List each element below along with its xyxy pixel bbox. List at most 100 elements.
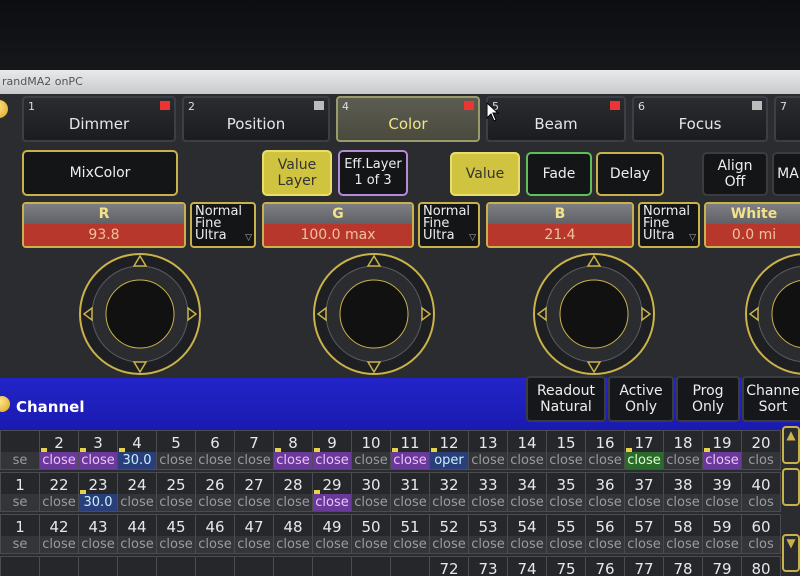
tab-7[interactable]: 7: [774, 96, 800, 142]
channel-cell[interactable]: 48 close: [273, 514, 313, 554]
value-layer-button[interactable]: Value Layer: [262, 150, 332, 196]
channel-cell[interactable]: 51 close: [390, 514, 430, 554]
channel-cell[interactable]: 29 close: [312, 472, 352, 512]
scroll-bar[interactable]: [782, 468, 800, 506]
attribute-white[interactable]: White 0.0 mi: [704, 202, 800, 248]
channel-sort-button[interactable]: Channe Sort: [742, 376, 800, 422]
channel-cell[interactable]: 27 close: [234, 472, 274, 512]
channel-cell[interactable]: 28 close: [273, 472, 313, 512]
channel-cell[interactable]: 22 close: [39, 472, 79, 512]
channel-cell[interactable]: 76: [585, 556, 625, 576]
channel-cell[interactable]: 6 close: [195, 430, 235, 470]
align-button[interactable]: Align Off: [702, 152, 768, 196]
encoder-knob-g[interactable]: [312, 252, 436, 376]
mode-selector[interactable]: Normal Fine Ultra ▽: [418, 202, 480, 248]
window-options-icon[interactable]: [0, 100, 8, 118]
channel-cell[interactable]: 74: [507, 556, 547, 576]
channel-cell[interactable]: 15 close: [546, 430, 586, 470]
channel-cell[interactable]: [0, 556, 40, 576]
channel-cell[interactable]: 14 close: [507, 430, 547, 470]
channel-cell[interactable]: 60 clos: [741, 514, 781, 554]
channel-cell[interactable]: 18 close: [663, 430, 703, 470]
channel-cell[interactable]: 52 close: [429, 514, 469, 554]
channel-cell[interactable]: 50 close: [351, 514, 391, 554]
channel-cell[interactable]: 4 30.0: [117, 430, 157, 470]
channel-cell[interactable]: [39, 556, 79, 576]
channel-cell[interactable]: 2 close: [39, 430, 79, 470]
prog-only-button[interactable]: Prog Only: [676, 376, 740, 422]
channel-cell[interactable]: 57 close: [624, 514, 664, 554]
channel-cell[interactable]: [234, 556, 274, 576]
channel-cell[interactable]: 1 se: [0, 472, 40, 512]
channel-cell[interactable]: 9 close: [312, 430, 352, 470]
mixcolor-button[interactable]: MixColor: [22, 150, 178, 196]
channel-cell[interactable]: 54 close: [507, 514, 547, 554]
channel-cell[interactable]: [390, 556, 430, 576]
readout-natural-button[interactable]: Readout Natural: [526, 376, 606, 422]
channel-cell[interactable]: 19 close: [702, 430, 742, 470]
channel-cell[interactable]: 3 close: [78, 430, 118, 470]
active-only-button[interactable]: Active Only: [608, 376, 674, 422]
channel-cell[interactable]: 25 close: [156, 472, 196, 512]
channel-cell[interactable]: 11 close: [390, 430, 430, 470]
channel-cell[interactable]: 30 close: [351, 472, 391, 512]
channel-cell[interactable]: 73: [468, 556, 508, 576]
channel-cell[interactable]: 44 close: [117, 514, 157, 554]
encoder-knob-b[interactable]: [532, 252, 656, 376]
attribute-b[interactable]: B 21.4: [486, 202, 634, 248]
channel-cell[interactable]: 31 close: [390, 472, 430, 512]
channel-cell[interactable]: [78, 556, 118, 576]
channel-cell[interactable]: 59 close: [702, 514, 742, 554]
channel-cell[interactable]: 8 close: [273, 430, 313, 470]
channel-cell[interactable]: [273, 556, 313, 576]
tab-color[interactable]: 4 Color: [336, 96, 480, 142]
ma-button[interactable]: MA: [772, 152, 800, 196]
channel-cell[interactable]: 77: [624, 556, 664, 576]
channel-cell[interactable]: 46 close: [195, 514, 235, 554]
channel-cell[interactable]: 38 close: [663, 472, 703, 512]
channel-cell[interactable]: 24 close: [117, 472, 157, 512]
channel-cell[interactable]: 72: [429, 556, 469, 576]
channel-cell[interactable]: 17 close: [624, 430, 664, 470]
channel-cell[interactable]: 10 close: [351, 430, 391, 470]
channel-cell[interactable]: 13 close: [468, 430, 508, 470]
tab-beam[interactable]: 5 Beam: [486, 96, 626, 142]
channel-cell[interactable]: 56 close: [585, 514, 625, 554]
channel-cell[interactable]: 79: [702, 556, 742, 576]
channel-cell[interactable]: 37 close: [624, 472, 664, 512]
encoder-knob-r[interactable]: [78, 252, 202, 376]
channel-cell[interactable]: 58 close: [663, 514, 703, 554]
attribute-r[interactable]: R 93.8: [22, 202, 186, 248]
channel-cell[interactable]: 7 close: [234, 430, 274, 470]
channel-cell[interactable]: 42 close: [39, 514, 79, 554]
channel-cell[interactable]: 35 close: [546, 472, 586, 512]
channel-cell[interactable]: 80: [741, 556, 781, 576]
channel-cell[interactable]: 36 close: [585, 472, 625, 512]
channel-cell[interactable]: 16 close: [585, 430, 625, 470]
channel-cell[interactable]: [195, 556, 235, 576]
eff-layer-button[interactable]: Eff.Layer 1 of 3: [338, 150, 408, 196]
channel-cell[interactable]: 32 close: [429, 472, 469, 512]
channel-cell[interactable]: 20 clos: [741, 430, 781, 470]
channel-cell[interactable]: 53 close: [468, 514, 508, 554]
tab-focus[interactable]: 6 Focus: [632, 96, 768, 142]
channel-cell[interactable]: 45 close: [156, 514, 196, 554]
channel-cell[interactable]: [312, 556, 352, 576]
channel-cell[interactable]: se: [0, 430, 40, 470]
channel-cell[interactable]: 5 close: [156, 430, 196, 470]
channel-cell[interactable]: 47 close: [234, 514, 274, 554]
channel-cell[interactable]: 49 close: [312, 514, 352, 554]
window-options-icon[interactable]: [0, 396, 10, 412]
channel-cell[interactable]: 23 30.0: [78, 472, 118, 512]
channel-cell[interactable]: 78: [663, 556, 703, 576]
channel-cell[interactable]: 26 close: [195, 472, 235, 512]
channel-cell[interactable]: 1 se: [0, 514, 40, 554]
scroll-down-icon[interactable]: ▼: [782, 534, 800, 572]
channel-cell[interactable]: 75: [546, 556, 586, 576]
channel-cell[interactable]: 43 close: [78, 514, 118, 554]
channel-cell[interactable]: [117, 556, 157, 576]
encoder-knob-white[interactable]: [744, 252, 800, 376]
channel-cell[interactable]: [351, 556, 391, 576]
channel-cell[interactable]: 40 clos: [741, 472, 781, 512]
tab-dimmer[interactable]: 1 Dimmer: [22, 96, 176, 142]
